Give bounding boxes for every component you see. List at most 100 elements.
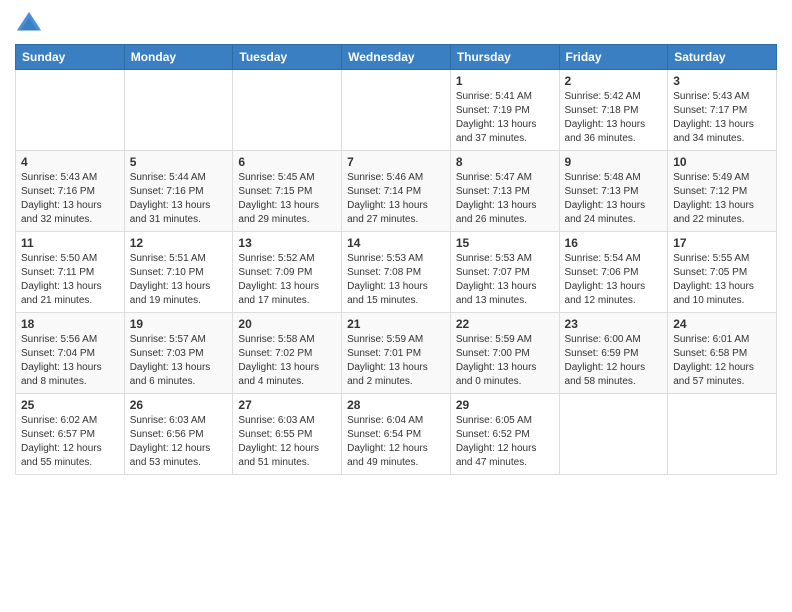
day-info: Sunrise: 5:42 AM Sunset: 7:18 PM Dayligh… — [565, 90, 663, 146]
day-info: Sunrise: 5:49 AM Sunset: 7:12 PM Dayligh… — [673, 171, 771, 227]
day-info: Sunrise: 6:02 AM Sunset: 6:57 PM Dayligh… — [21, 414, 119, 470]
day-info: Sunrise: 5:50 AM Sunset: 7:11 PM Dayligh… — [21, 252, 119, 308]
day-number: 29 — [456, 398, 554, 412]
day-number: 16 — [565, 236, 663, 250]
calendar-cell: 25 Sunrise: 6:02 AM Sunset: 6:57 PM Dayli… — [16, 394, 125, 475]
day-info: Sunrise: 6:01 AM Sunset: 6:58 PM Dayligh… — [673, 333, 771, 389]
calendar-week-row-0: 1 Sunrise: 5:41 AM Sunset: 7:19 PM Daylig… — [16, 70, 777, 151]
calendar-cell: 10 Sunrise: 5:49 AM Sunset: 7:12 PM Dayli… — [668, 151, 777, 232]
day-info: Sunrise: 6:05 AM Sunset: 6:52 PM Dayligh… — [456, 414, 554, 470]
day-info: Sunrise: 5:46 AM Sunset: 7:14 PM Dayligh… — [347, 171, 445, 227]
day-info: Sunrise: 5:57 AM Sunset: 7:03 PM Dayligh… — [130, 333, 228, 389]
calendar-cell: 13 Sunrise: 5:52 AM Sunset: 7:09 PM Dayli… — [233, 232, 342, 313]
calendar-cell: 2 Sunrise: 5:42 AM Sunset: 7:18 PM Daylig… — [559, 70, 668, 151]
calendar-cell: 5 Sunrise: 5:44 AM Sunset: 7:16 PM Daylig… — [124, 151, 233, 232]
header — [15, 10, 777, 38]
day-number: 12 — [130, 236, 228, 250]
calendar-cell: 23Sunrise: 6:00 AM Sunset: 6:59 PM Dayli… — [559, 313, 668, 394]
day-info: Sunrise: 5:58 AM Sunset: 7:02 PM Dayligh… — [238, 333, 336, 389]
day-info: Sunrise: 5:47 AM Sunset: 7:13 PM Dayligh… — [456, 171, 554, 227]
day-info: Sunrise: 5:54 AM Sunset: 7:06 PM Dayligh… — [565, 252, 663, 308]
calendar-cell: 1 Sunrise: 5:41 AM Sunset: 7:19 PM Daylig… — [450, 70, 559, 151]
day-number: 9 — [565, 155, 663, 169]
calendar-cell: 9 Sunrise: 5:48 AM Sunset: 7:13 PM Daylig… — [559, 151, 668, 232]
calendar-table: SundayMondayTuesdayWednesdayThursdayFrid… — [15, 44, 777, 475]
day-number: 3 — [673, 74, 771, 88]
calendar-cell: 15Sunrise: 5:53 AM Sunset: 7:07 PM Dayli… — [450, 232, 559, 313]
day-info: Sunrise: 5:51 AM Sunset: 7:10 PM Dayligh… — [130, 252, 228, 308]
day-info: Sunrise: 6:03 AM Sunset: 6:55 PM Dayligh… — [238, 414, 336, 470]
day-info: Sunrise: 5:45 AM Sunset: 7:15 PM Dayligh… — [238, 171, 336, 227]
day-number: 21 — [347, 317, 445, 331]
day-number: 10 — [673, 155, 771, 169]
calendar-cell: 7 Sunrise: 5:46 AM Sunset: 7:14 PM Daylig… — [342, 151, 451, 232]
day-info: Sunrise: 6:00 AM Sunset: 6:59 PM Dayligh… — [565, 333, 663, 389]
calendar-cell: 6 Sunrise: 5:45 AM Sunset: 7:15 PM Daylig… — [233, 151, 342, 232]
day-number: 19 — [130, 317, 228, 331]
calendar-header-sunday: Sunday — [16, 45, 125, 70]
calendar-cell: 4 Sunrise: 5:43 AM Sunset: 7:16 PM Daylig… — [16, 151, 125, 232]
day-info: Sunrise: 5:52 AM Sunset: 7:09 PM Dayligh… — [238, 252, 336, 308]
calendar-week-row-3: 18Sunrise: 5:56 AM Sunset: 7:04 PM Dayli… — [16, 313, 777, 394]
calendar-cell — [16, 70, 125, 151]
calendar-cell — [233, 70, 342, 151]
calendar-cell: 22 Sunrise: 5:59 AM Sunset: 7:00 PM Dayli… — [450, 313, 559, 394]
day-number: 7 — [347, 155, 445, 169]
day-info: Sunrise: 5:48 AM Sunset: 7:13 PM Dayligh… — [565, 171, 663, 227]
day-info: Sunrise: 5:43 AM Sunset: 7:16 PM Dayligh… — [21, 171, 119, 227]
day-info: Sunrise: 6:04 AM Sunset: 6:54 PM Dayligh… — [347, 414, 445, 470]
calendar-cell: 11 Sunrise: 5:50 AM Sunset: 7:11 PM Dayli… — [16, 232, 125, 313]
day-info: Sunrise: 6:03 AM Sunset: 6:56 PM Dayligh… — [130, 414, 228, 470]
day-number: 4 — [21, 155, 119, 169]
calendar-cell: 19 Sunrise: 5:57 AM Sunset: 7:03 PM Dayli… — [124, 313, 233, 394]
day-info: Sunrise: 5:41 AM Sunset: 7:19 PM Dayligh… — [456, 90, 554, 146]
calendar-cell — [668, 394, 777, 475]
day-number: 2 — [565, 74, 663, 88]
day-number: 25 — [21, 398, 119, 412]
calendar-cell: 8 Sunrise: 5:47 AM Sunset: 7:13 PM Daylig… — [450, 151, 559, 232]
calendar-header-friday: Friday — [559, 45, 668, 70]
day-info: Sunrise: 5:53 AM Sunset: 7:08 PM Dayligh… — [347, 252, 445, 308]
day-number: 22 — [456, 317, 554, 331]
calendar-week-row-2: 11 Sunrise: 5:50 AM Sunset: 7:11 PM Dayli… — [16, 232, 777, 313]
day-number: 20 — [238, 317, 336, 331]
calendar-header-tuesday: Tuesday — [233, 45, 342, 70]
day-number: 28 — [347, 398, 445, 412]
day-info: Sunrise: 5:44 AM Sunset: 7:16 PM Dayligh… — [130, 171, 228, 227]
day-number: 1 — [456, 74, 554, 88]
day-number: 5 — [130, 155, 228, 169]
calendar-cell: 18Sunrise: 5:56 AM Sunset: 7:04 PM Dayli… — [16, 313, 125, 394]
calendar-header-thursday: Thursday — [450, 45, 559, 70]
calendar-header-monday: Monday — [124, 45, 233, 70]
calendar-cell: 3 Sunrise: 5:43 AM Sunset: 7:17 PM Daylig… — [668, 70, 777, 151]
calendar-cell — [559, 394, 668, 475]
day-number: 13 — [238, 236, 336, 250]
calendar-cell — [124, 70, 233, 151]
logo — [15, 10, 47, 38]
day-number: 14 — [347, 236, 445, 250]
day-info: Sunrise: 5:56 AM Sunset: 7:04 PM Dayligh… — [21, 333, 119, 389]
day-number: 24 — [673, 317, 771, 331]
calendar-week-row-1: 4 Sunrise: 5:43 AM Sunset: 7:16 PM Daylig… — [16, 151, 777, 232]
calendar-week-row-4: 25 Sunrise: 6:02 AM Sunset: 6:57 PM Dayli… — [16, 394, 777, 475]
calendar-cell: 14 Sunrise: 5:53 AM Sunset: 7:08 PM Dayli… — [342, 232, 451, 313]
day-number: 11 — [21, 236, 119, 250]
calendar-header-wednesday: Wednesday — [342, 45, 451, 70]
day-number: 27 — [238, 398, 336, 412]
day-info: Sunrise: 5:59 AM Sunset: 7:01 PM Dayligh… — [347, 333, 445, 389]
day-number: 6 — [238, 155, 336, 169]
day-number: 8 — [456, 155, 554, 169]
day-info: Sunrise: 5:59 AM Sunset: 7:00 PM Dayligh… — [456, 333, 554, 389]
calendar-cell: 12 Sunrise: 5:51 AM Sunset: 7:10 PM Dayli… — [124, 232, 233, 313]
calendar-cell: 24 Sunrise: 6:01 AM Sunset: 6:58 PM Dayli… — [668, 313, 777, 394]
day-info: Sunrise: 5:43 AM Sunset: 7:17 PM Dayligh… — [673, 90, 771, 146]
day-info: Sunrise: 5:55 AM Sunset: 7:05 PM Dayligh… — [673, 252, 771, 308]
calendar-cell: 20 Sunrise: 5:58 AM Sunset: 7:02 PM Dayli… — [233, 313, 342, 394]
day-number: 15 — [456, 236, 554, 250]
calendar-cell: 28 Sunrise: 6:04 AM Sunset: 6:54 PM Dayli… — [342, 394, 451, 475]
day-number: 17 — [673, 236, 771, 250]
calendar-header-saturday: Saturday — [668, 45, 777, 70]
calendar-cell: 29 Sunrise: 6:05 AM Sunset: 6:52 PM Dayli… — [450, 394, 559, 475]
calendar-cell — [342, 70, 451, 151]
logo-icon — [15, 10, 43, 38]
